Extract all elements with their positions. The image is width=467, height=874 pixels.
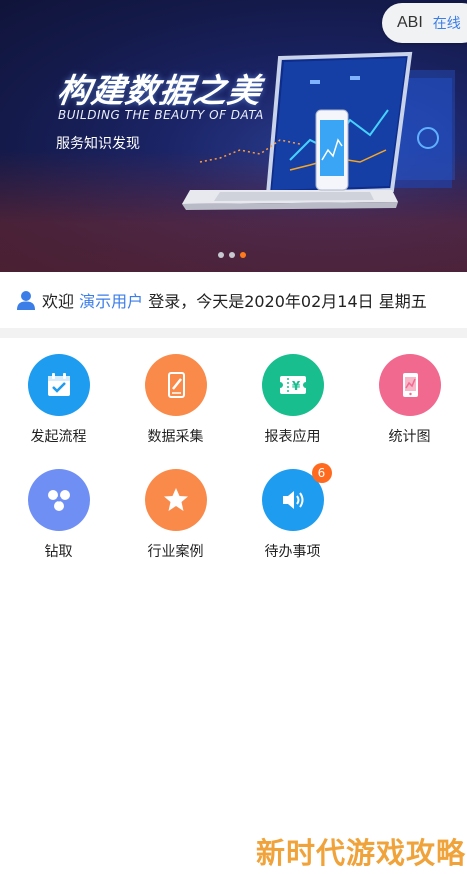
banner-subtitle-en: BUILDING THE BEAUTY OF DATA	[58, 108, 264, 122]
drill-network-icon	[27, 469, 90, 531]
grid-item-label: 发起流程	[30, 429, 87, 445]
chart-phone-icon	[378, 354, 441, 416]
welcome-username[interactable]: 演示用户	[79, 292, 143, 311]
section-divider	[0, 328, 467, 338]
welcome-date: 登录，今天是2020年02月14日 星期五	[143, 292, 427, 311]
grid-item-label: 统计图	[388, 429, 431, 445]
grid-item-start-process[interactable]: 发起流程	[0, 338, 117, 448]
grid-item-label: 行业案例	[147, 544, 204, 560]
welcome-message: 欢迎 演示用户 登录，今天是2020年02月14日 星期五	[42, 288, 427, 312]
site-watermark: 新时代游戏攻略	[256, 836, 467, 870]
calendar-check-icon	[27, 354, 90, 416]
yen-ticket-icon: ¥	[261, 354, 324, 416]
grid-item-label: 报表应用	[264, 429, 321, 445]
user-icon	[17, 291, 35, 310]
grid-item-label: 钻取	[44, 544, 73, 560]
carousel-indicator[interactable]	[218, 252, 246, 258]
carousel-dot-active[interactable]	[240, 252, 246, 258]
speaker-icon: 6	[261, 463, 332, 531]
edit-phone-icon	[144, 354, 207, 416]
grid-item-drill[interactable]: 钻取	[0, 453, 117, 563]
carousel-dot[interactable]	[218, 252, 224, 258]
app-name: ABI	[397, 14, 423, 31]
grid-item-industry-cases[interactable]: 行业案例	[117, 453, 234, 563]
banner-subtitle-cn: 服务知识发现	[56, 136, 140, 152]
banner-title: 构建数据之美	[54, 71, 265, 110]
grid-item-label: 待办事项	[264, 544, 321, 560]
online-status: 在线	[432, 16, 461, 32]
welcome-prefix: 欢迎	[42, 292, 80, 311]
grid-item-report-app[interactable]: ¥ 报表应用	[234, 338, 351, 448]
grid-item-todo[interactable]: 6 待办事项	[234, 453, 351, 563]
star-icon	[144, 469, 207, 531]
carousel-dot[interactable]	[229, 252, 235, 258]
app-status-pill[interactable]: ABI 在线	[382, 3, 467, 43]
todo-count-badge: 6	[311, 463, 332, 483]
svg-text:¥: ¥	[291, 379, 300, 393]
grid-item-label: 数据采集	[147, 429, 204, 445]
welcome-bar: 欢迎 演示用户 登录，今天是2020年02月14日 星期五	[0, 272, 467, 328]
grid-item-statistics[interactable]: 统计图	[351, 338, 467, 448]
grid-item-data-collection[interactable]: 数据采集	[117, 338, 234, 448]
